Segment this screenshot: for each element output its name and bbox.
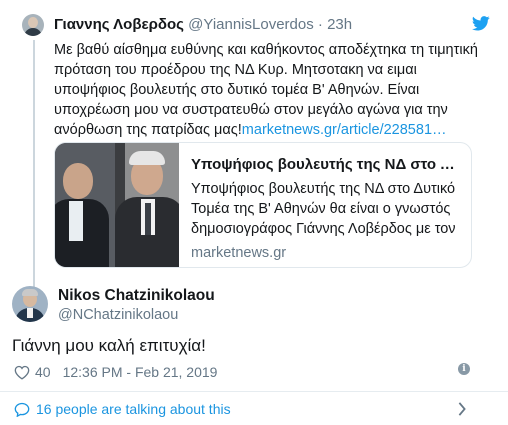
parent-avatar[interactable] [22, 14, 44, 36]
parent-timestamp[interactable]: 23h [327, 16, 352, 33]
speech-bubble-icon [14, 402, 30, 417]
like-count[interactable]: 40 [35, 364, 51, 380]
conversation-count-text[interactable]: 16 people are talking about this [36, 401, 231, 417]
parent-author-name[interactable]: Γιαννης Λοβερδος [54, 16, 184, 33]
heart-icon[interactable] [14, 365, 30, 380]
separator-dot: · [317, 16, 323, 33]
card-domain: marketnews.gr [191, 245, 287, 261]
chevron-right-icon[interactable] [457, 402, 467, 416]
main-avatar[interactable] [12, 286, 48, 322]
parent-tweet-text: Με βαθύ αίσθημα ευθύνης και καθήκοντος α… [54, 40, 484, 140]
thread-connector-line [33, 40, 35, 288]
info-icon[interactable]: i [458, 363, 470, 375]
divider [0, 391, 508, 392]
card-thumbnail [55, 143, 179, 267]
conversation-link[interactable]: 16 people are talking about this [14, 399, 231, 419]
main-author-name[interactable]: Nikos Chatzinikolaou [58, 287, 215, 305]
parent-tweet-header: Γιαννης Λοβερδος @YiannisLoverdos · 23h [54, 16, 352, 33]
card-title: Υποψήφιος βουλευτής της ΝΔ στο Δυ… [191, 156, 461, 173]
card-description: Υποψήφιος βουλευτής της ΝΔ στο Δυτικό Το… [191, 181, 456, 237]
main-tweet-text: Γιάννη μου καλή επιτυχία! [12, 336, 206, 355]
parent-tweet-link[interactable]: marketnews.gr/article/228581… [242, 122, 447, 138]
link-preview-card[interactable]: Υποψήφιος βουλευτής της ΝΔ στο Δυ… Υποψή… [54, 142, 472, 268]
tweet-timestamp[interactable]: 12:36 PM - Feb 21, 2019 [63, 364, 218, 380]
twitter-bird-icon[interactable] [472, 16, 490, 31]
main-handle[interactable]: @NChatzinikolaou [58, 307, 178, 323]
parent-handle[interactable]: @YiannisLoverdos [188, 16, 314, 33]
tweet-meta-row: 40 12:36 PM - Feb 21, 2019 [14, 362, 217, 382]
